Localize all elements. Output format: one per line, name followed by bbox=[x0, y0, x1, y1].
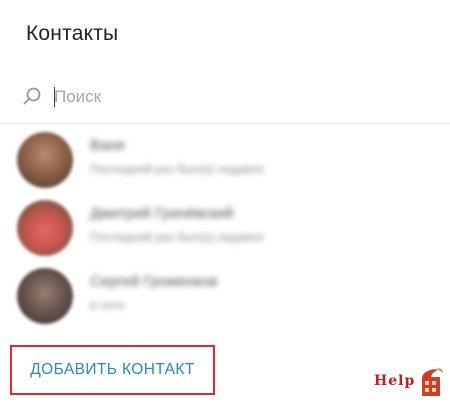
contact-name: Сергей Громенков bbox=[90, 273, 218, 290]
search-input[interactable] bbox=[54, 84, 424, 110]
help-watermark: Help bbox=[374, 366, 444, 398]
contact-name: Дмитрий Грачёвский bbox=[90, 205, 234, 222]
contact-status: Последний раз был(а) недавно bbox=[90, 230, 265, 244]
search-icon bbox=[23, 87, 41, 105]
help-watermark-text: Help bbox=[374, 373, 416, 389]
search-bar[interactable] bbox=[0, 72, 450, 124]
dialog-title: Контакты bbox=[26, 22, 119, 45]
contacts-dialog: Контакты Ваня Последний раз был(а) недав… bbox=[0, 0, 450, 404]
divider bbox=[0, 123, 450, 124]
add-contact-button[interactable]: ДОБАВИТЬ КОНТАКТ bbox=[10, 345, 215, 395]
contact-status: в сети bbox=[90, 298, 125, 312]
contact-item[interactable]: Ваня Последний раз был(а) недавно bbox=[0, 126, 450, 190]
contact-item[interactable]: Дмитрий Грачёвский Последний раз был(а) … bbox=[0, 194, 450, 258]
contact-status: Последний раз был(а) недавно bbox=[90, 162, 265, 176]
avatar bbox=[17, 268, 73, 324]
contact-name: Ваня bbox=[90, 137, 125, 154]
avatar bbox=[17, 132, 73, 188]
contact-item[interactable]: Сергей Громенков в сети bbox=[0, 262, 450, 326]
help-logo-icon bbox=[422, 368, 443, 396]
avatar bbox=[17, 200, 73, 256]
